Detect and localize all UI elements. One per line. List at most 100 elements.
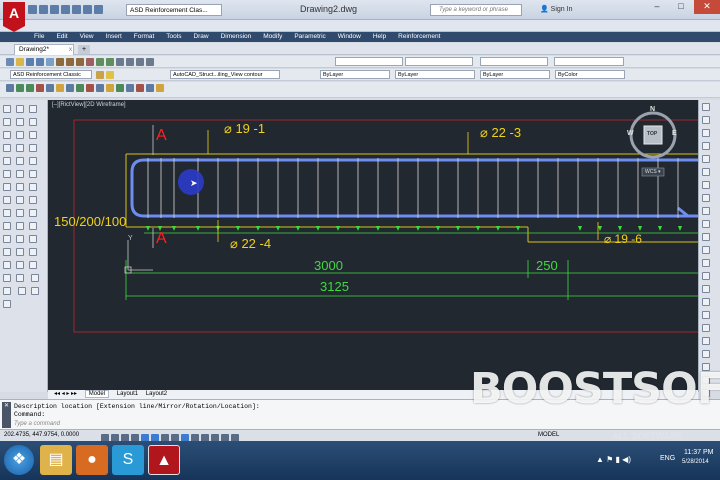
dim-angular-icon[interactable] <box>702 181 710 189</box>
break-icon[interactable] <box>16 248 24 256</box>
tab-model[interactable]: Model <box>84 390 110 398</box>
dim-edit-icon[interactable] <box>702 259 710 267</box>
match-properties-icon[interactable] <box>86 58 94 66</box>
rebar-section-icon[interactable] <box>29 131 37 139</box>
move-icon[interactable] <box>16 170 24 178</box>
leader-icon[interactable] <box>702 220 710 228</box>
tolerance-icon[interactable] <box>702 233 710 241</box>
line-icon[interactable] <box>3 105 11 113</box>
rebar-tool-icon[interactable] <box>6 84 14 92</box>
sign-in-button[interactable]: 👤 Sign In <box>540 5 572 13</box>
join-icon[interactable] <box>16 261 24 269</box>
bar-label-22-4[interactable]: ⌀ 22 -4 <box>230 236 271 252</box>
menu-help[interactable]: Help <box>373 32 386 42</box>
paste-icon[interactable] <box>76 58 84 66</box>
copy-object-icon[interactable] <box>16 118 24 126</box>
extend-icon[interactable] <box>16 235 24 243</box>
rebar-shape-icon[interactable] <box>16 84 24 92</box>
rebar-view-icon[interactable] <box>29 118 37 126</box>
open-icon[interactable] <box>39 5 48 14</box>
menu-window[interactable]: Window <box>338 32 361 42</box>
print-icon[interactable] <box>36 58 44 66</box>
viewcube-top-label[interactable]: TOP <box>647 131 657 137</box>
make-block-icon[interactable] <box>3 235 11 243</box>
dim-text-3125[interactable]: 3125 <box>320 279 349 294</box>
bar-label-19-1[interactable]: ⌀ 19 -1 <box>224 121 265 137</box>
compass-east[interactable]: E <box>672 130 677 137</box>
annotation-style-combo[interactable] <box>335 57 403 66</box>
table-style-combo[interactable] <box>480 57 548 66</box>
new-icon[interactable] <box>6 58 14 66</box>
circle-icon[interactable] <box>3 170 11 178</box>
spline-icon[interactable] <box>3 196 11 204</box>
menu-reinforcement[interactable]: Reinforcement <box>398 32 440 42</box>
new-icon[interactable] <box>28 5 37 14</box>
menu-parametric[interactable]: Parametric <box>294 32 325 42</box>
center-mark-icon[interactable] <box>702 246 710 254</box>
cut-icon[interactable] <box>56 58 64 66</box>
rebar-mesh-icon[interactable] <box>29 209 37 217</box>
rebar-schedule-icon[interactable] <box>146 84 154 92</box>
rebar-spacing-icon[interactable] <box>29 235 37 243</box>
menu-dimension[interactable]: Dimension <box>221 32 252 42</box>
skype-icon[interactable]: S <box>112 445 144 475</box>
dim-aligned-icon[interactable] <box>702 116 710 124</box>
rebar-renumber-icon[interactable] <box>136 84 144 92</box>
dim-linear-icon[interactable] <box>702 103 710 111</box>
tab-layout2[interactable]: Layout2 <box>146 391 167 397</box>
dim-style-combo[interactable] <box>405 57 473 66</box>
rebar-detail-icon[interactable] <box>29 222 37 230</box>
menu-insert[interactable]: Insert <box>106 32 122 42</box>
insert-block-icon[interactable] <box>3 222 11 230</box>
menu-edit[interactable]: Edit <box>56 32 67 42</box>
rebar-bend-icon[interactable] <box>29 183 37 191</box>
wcs-label[interactable]: WCS ▾ <box>645 169 661 175</box>
rebar-label-icon[interactable] <box>29 157 37 165</box>
multileader-style-combo[interactable] <box>554 57 624 66</box>
open-icon[interactable] <box>16 58 24 66</box>
spacing-label[interactable]: 150/200/100 <box>54 214 126 229</box>
command-input[interactable]: Type a command <box>14 421 484 429</box>
rebar-delete-icon[interactable] <box>86 84 94 92</box>
rebar-copy-icon[interactable] <box>66 84 74 92</box>
rebar-icon[interactable] <box>29 105 37 113</box>
layer-off-icon[interactable] <box>702 324 710 332</box>
layout-nav-icons[interactable]: ◂◂ ◂ ▸ ▸▸ <box>54 391 77 397</box>
file-explorer-icon[interactable]: ▤ <box>40 445 72 475</box>
rebar-merge-icon[interactable] <box>126 84 134 92</box>
layer-properties-icon[interactable] <box>96 71 104 79</box>
preview-icon[interactable] <box>46 58 54 66</box>
design-center-icon[interactable] <box>146 58 154 66</box>
menu-modify[interactable]: Modify <box>263 32 282 42</box>
redo-icon[interactable] <box>106 58 114 66</box>
layer-lock-icon[interactable] <box>702 350 710 358</box>
autocad-taskbar-icon[interactable]: ▲ <box>148 445 180 475</box>
dim-text-edit-icon[interactable] <box>702 272 710 280</box>
trim-icon[interactable] <box>16 222 24 230</box>
menu-format[interactable]: Format <box>134 32 155 42</box>
save-as-icon[interactable] <box>61 5 70 14</box>
firefox-icon[interactable]: ● <box>76 445 108 475</box>
rebar-table-icon[interactable] <box>29 170 37 178</box>
gradient-icon[interactable] <box>3 274 11 282</box>
dim-baseline-icon[interactable] <box>702 194 710 202</box>
offset-icon[interactable] <box>16 144 24 152</box>
chamfer-icon[interactable] <box>16 274 24 282</box>
tray-icons[interactable]: ▲ ⚑ ▮ ◀) <box>596 455 631 464</box>
explode-icon[interactable] <box>30 287 39 295</box>
coordinate-readout[interactable]: 202.4735, 447.9754, 0.0000 <box>4 432 79 438</box>
rebar-explode-icon[interactable] <box>116 84 124 92</box>
menu-draw[interactable]: Draw <box>193 32 208 42</box>
close-button[interactable]: ✕ <box>694 0 720 14</box>
save-icon[interactable] <box>50 5 59 14</box>
layer-icon[interactable] <box>702 311 710 319</box>
compass-north[interactable]: N <box>650 106 655 113</box>
rebar-edit-icon[interactable] <box>56 84 64 92</box>
arc-icon[interactable] <box>3 157 11 165</box>
rotate-icon[interactable] <box>16 183 24 191</box>
workspace-select[interactable]: ASD Reinforcement Clas... <box>126 4 222 16</box>
layer-state-icon[interactable] <box>106 71 114 79</box>
hatch-icon[interactable] <box>3 261 11 269</box>
start-button-icon[interactable]: ❖ <box>4 445 34 475</box>
mtext-icon[interactable] <box>3 300 11 308</box>
